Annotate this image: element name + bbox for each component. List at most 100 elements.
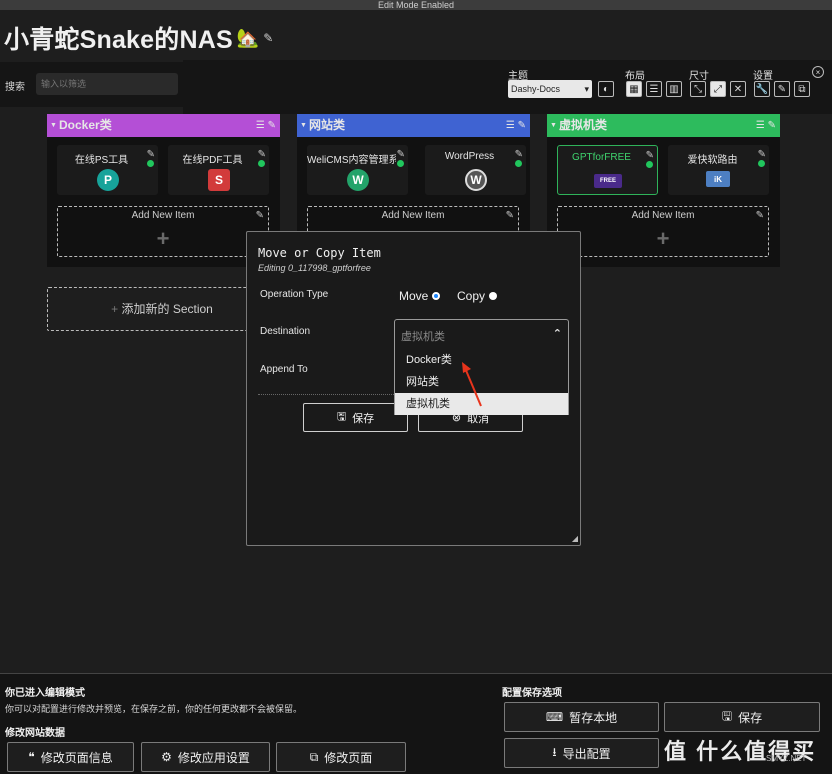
move-copy-modal: Move or Copy Item Editing 0_117998_gptfo… xyxy=(246,231,581,546)
edit-icon[interactable]: ✎ xyxy=(258,149,266,160)
config-label: 设置 xyxy=(753,71,773,82)
save-config-button[interactable]: 🖫 保存 xyxy=(664,702,820,732)
layout-auto-icon[interactable]: ▦ xyxy=(626,81,642,97)
size-small-icon[interactable]: ⤡ xyxy=(690,81,706,97)
add-new-label: Add New Item xyxy=(131,210,195,221)
edit-icon[interactable]: ✎ xyxy=(758,149,766,160)
edit-page-info-button[interactable]: ❝ 修改页面信息 xyxy=(7,742,134,772)
copy-icon: ⧉ xyxy=(309,749,319,764)
item-card[interactable]: WordPress ✎ W xyxy=(425,145,526,195)
item-name: WeliCMS内容管理系 xyxy=(307,155,396,166)
theme-select[interactable]: Dashy-Docs ▾ xyxy=(508,80,592,98)
chevron-down-icon: ▾ xyxy=(584,84,589,94)
plus-icon: + xyxy=(111,302,122,316)
export-config-button[interactable]: ⭳ 导出配置 xyxy=(504,738,659,768)
photopea-logo-icon: P xyxy=(97,169,119,191)
item-card[interactable]: 爱快软路由 ✎ iK xyxy=(668,145,769,195)
edit-mode-title: 你已进入编辑模式 xyxy=(5,688,85,699)
resize-handle-icon[interactable]: ◢ xyxy=(572,534,578,543)
chevron-up-icon: ⌃ xyxy=(552,328,562,340)
move-radio[interactable]: Move xyxy=(399,289,441,303)
edit-title-icon[interactable]: ✎ xyxy=(263,31,273,45)
item-card[interactable]: 在线PDF工具 ✎ S xyxy=(168,145,269,195)
size-large-icon[interactable]: ✕ xyxy=(730,81,746,97)
add-section-label: 添加新的 Section xyxy=(121,302,213,316)
section-title: 虚拟机类 xyxy=(559,118,608,132)
section-menu-icon[interactable]: ☰ ✎ xyxy=(256,114,276,137)
size-medium-icon[interactable]: ⤢ xyxy=(710,81,726,97)
quote-icon: ❝ xyxy=(28,750,35,764)
palette-icon[interactable]: ◐ xyxy=(598,81,614,97)
gpt-free-logo-icon: FREE xyxy=(594,174,622,188)
edit-icon[interactable]: ✎ xyxy=(646,150,654,161)
watermark: 值 什么值得买 SMYZ.NET xyxy=(660,730,830,770)
section-header[interactable]: ▼ 网站类 ☰ ✎ xyxy=(297,114,530,137)
section-menu-icon[interactable]: ☰ ✎ xyxy=(506,114,526,137)
edit-icon[interactable]: ✎ xyxy=(515,149,523,160)
item-card[interactable]: 在线PS工具 ✎ P xyxy=(57,145,158,195)
add-new-item[interactable]: Add New Item ✎ + xyxy=(57,206,269,257)
edit-icon[interactable]: ✎ xyxy=(397,149,405,160)
red-arrow-annotation xyxy=(462,362,482,407)
edit-page-label: 修改页面 xyxy=(324,750,373,765)
status-dot xyxy=(646,161,653,168)
copy-radio[interactable]: Copy xyxy=(457,289,498,303)
section-header[interactable]: ▼ 虚拟机类 ☰ ✎ xyxy=(547,114,780,137)
item-name: 在线PS工具 xyxy=(74,155,129,166)
copy-icon[interactable]: ⧉ xyxy=(794,81,810,97)
save-local-label: 暂存本地 xyxy=(569,710,618,725)
edit-icon[interactable]: ✎ xyxy=(506,210,514,221)
item-name: 爱快软路由 xyxy=(687,155,738,166)
wecms-logo-icon: W xyxy=(347,169,369,191)
save-options-title: 配置保存选项 xyxy=(502,688,562,699)
plus-icon: + xyxy=(656,226,670,251)
edit-page-button[interactable]: ⧉ 修改页面 xyxy=(276,742,406,772)
edit-icon[interactable]: ✎ xyxy=(756,210,764,221)
edit-icon[interactable]: ✎ xyxy=(256,210,264,221)
watermark-sub: SMYZ.NET xyxy=(766,754,807,763)
gears-icon: ⚙ xyxy=(161,750,172,764)
add-section-button[interactable]: + 添加新的 Section xyxy=(47,287,277,331)
layout-list-icon[interactable]: ☰ xyxy=(646,81,662,97)
append-to-label: Append To xyxy=(260,364,308,375)
pdf-logo-icon: S xyxy=(208,169,230,191)
copy-label: Copy xyxy=(457,289,486,303)
status-dot xyxy=(397,160,404,167)
status-dot xyxy=(258,160,265,167)
item-card[interactable]: WeliCMS内容管理系 ✎ W xyxy=(307,145,408,195)
floppy-icon: 🖫 xyxy=(721,708,733,723)
search-bar: 搜索 xyxy=(0,62,183,107)
divider xyxy=(258,394,398,395)
edit-mode-banner: Edit Mode Enabled xyxy=(0,0,832,10)
item-card[interactable]: GPTforFREE ✎ FREE xyxy=(557,145,658,195)
close-icon[interactable]: × xyxy=(812,66,824,78)
section-header[interactable]: ▼ Docker类 ☰ ✎ xyxy=(47,114,280,137)
layout-columns-icon[interactable]: ▥ xyxy=(666,81,682,97)
save-button[interactable]: 🖫 保存 xyxy=(303,403,408,432)
edit-app-settings-button[interactable]: ⚙ 修改应用设置 xyxy=(141,742,270,772)
section-menu-icon[interactable]: ☰ ✎ xyxy=(756,114,776,137)
page-header: 小青蛇Snake的NAS 🏡 ✎ xyxy=(4,20,273,56)
layout-label: 布局 xyxy=(625,71,645,82)
add-new-label: Add New Item xyxy=(631,210,695,221)
wordpress-logo-icon: W xyxy=(465,169,487,191)
caret-down-icon: ▼ xyxy=(50,122,57,129)
search-input[interactable] xyxy=(36,73,178,95)
add-new-item[interactable]: Add New Item ✎ + xyxy=(557,206,769,257)
pencil-icon[interactable]: ✎ xyxy=(774,81,790,97)
house-icon: 🏡 xyxy=(236,27,260,48)
edit-app-settings-label: 修改应用设置 xyxy=(177,750,250,765)
item-name: 在线PDF工具 xyxy=(182,155,243,166)
export-config-label: 导出配置 xyxy=(562,746,611,761)
save-config-label: 保存 xyxy=(738,710,763,725)
status-dot xyxy=(147,160,154,167)
destination-select[interactable]: 虚拟机类 ⌃ xyxy=(394,319,569,349)
theme-select-value: Dashy-Docs xyxy=(511,84,561,94)
save-local-button[interactable]: ⌨ 暂存本地 xyxy=(504,702,659,732)
wrench-icon[interactable]: 🔧 xyxy=(754,81,770,97)
keyboard-icon: ⌨ xyxy=(545,710,564,724)
edit-icon[interactable]: ✎ xyxy=(147,149,155,160)
status-dot xyxy=(515,160,522,167)
item-name: WordPress xyxy=(444,151,495,162)
edit-page-info-label: 修改页面信息 xyxy=(40,750,113,765)
